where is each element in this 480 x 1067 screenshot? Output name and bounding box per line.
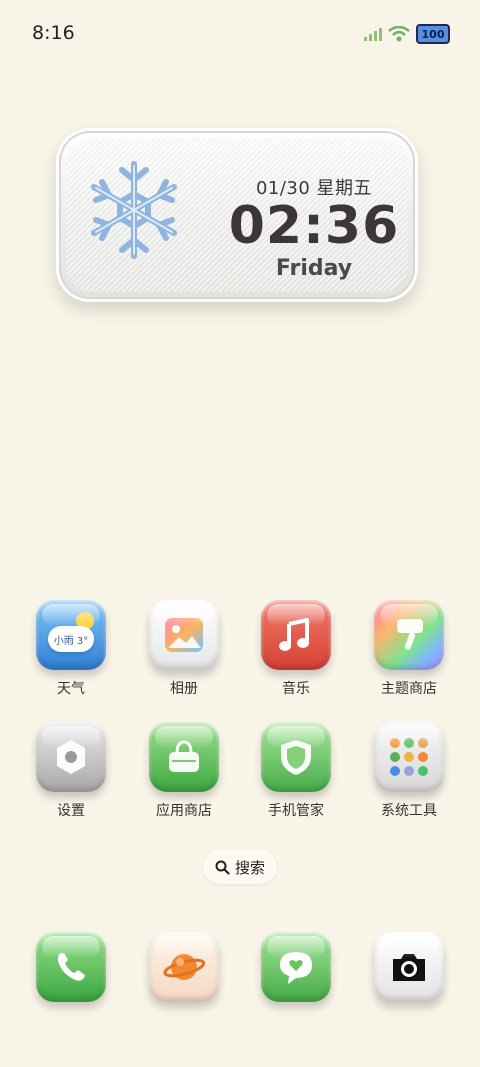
planet-icon bbox=[163, 954, 206, 980]
dock-phone[interactable] bbox=[21, 932, 121, 1002]
clock-widget[interactable]: 01/30 星期五 02:36 Friday bbox=[56, 128, 418, 302]
browser-icon bbox=[149, 932, 219, 1002]
gallery-icon bbox=[149, 600, 219, 670]
security-icon bbox=[261, 722, 331, 792]
app-label: 设置 bbox=[57, 803, 85, 819]
tools-folder-icon bbox=[374, 722, 444, 792]
dock-browser[interactable] bbox=[134, 932, 234, 1002]
weather-badge: 小雨 3° bbox=[48, 626, 94, 652]
status-icons: 100 bbox=[364, 24, 450, 44]
app-music[interactable]: 音乐 bbox=[246, 600, 346, 698]
camera-body-icon bbox=[393, 954, 425, 981]
photo-icon bbox=[165, 618, 203, 652]
search-label: 搜索 bbox=[234, 858, 265, 877]
status-bar: 8:16 100 bbox=[0, 0, 480, 68]
app-label: 音乐 bbox=[282, 681, 310, 697]
app-label: 系统工具 bbox=[381, 803, 437, 819]
camera-icon bbox=[374, 932, 444, 1002]
app-store-icon bbox=[149, 722, 219, 792]
phone-handset-icon bbox=[57, 953, 85, 981]
weather-icon: 小雨 3° bbox=[36, 600, 106, 670]
theme-store-icon bbox=[374, 600, 444, 670]
widget-day: Friday bbox=[275, 256, 353, 281]
widget-clock: 02:36 bbox=[228, 196, 400, 256]
battery-icon: 100 bbox=[416, 24, 450, 44]
snowflake-icon bbox=[91, 161, 177, 259]
paint-brush-icon bbox=[397, 619, 423, 650]
phone-icon bbox=[36, 932, 106, 1002]
signal-icon bbox=[364, 28, 382, 41]
app-label: 相册 bbox=[170, 681, 198, 697]
app-security[interactable]: 手机管家 bbox=[246, 722, 346, 820]
messages-icon bbox=[261, 932, 331, 1002]
app-label: 主题商店 bbox=[381, 681, 437, 697]
music-note-icon bbox=[279, 618, 309, 651]
settings-icon bbox=[36, 722, 106, 792]
status-time: 8:16 bbox=[32, 22, 75, 44]
gear-icon bbox=[57, 740, 85, 774]
app-label: 应用商店 bbox=[156, 803, 212, 819]
app-store[interactable]: 应用商店 bbox=[134, 722, 234, 820]
dock-camera[interactable] bbox=[359, 932, 459, 1002]
app-weather[interactable]: 小雨 3° 天气 bbox=[21, 600, 121, 698]
chat-bubble-icon bbox=[280, 952, 312, 984]
dock-messages[interactable] bbox=[246, 932, 346, 1002]
search-icon bbox=[215, 860, 230, 875]
app-label: 手机管家 bbox=[268, 803, 324, 819]
shield-icon bbox=[281, 740, 311, 775]
search-button[interactable]: 搜索 bbox=[203, 850, 277, 884]
app-theme-store[interactable]: 主题商店 bbox=[359, 600, 459, 698]
app-settings[interactable]: 设置 bbox=[21, 722, 121, 820]
app-tools-folder[interactable]: 系统工具 bbox=[359, 722, 459, 820]
app-label: 天气 bbox=[57, 681, 85, 697]
folder-grid-icon bbox=[390, 738, 428, 776]
shopping-bag-icon bbox=[169, 740, 199, 772]
wifi-icon bbox=[388, 26, 410, 42]
app-gallery[interactable]: 相册 bbox=[134, 600, 234, 698]
music-icon bbox=[261, 600, 331, 670]
